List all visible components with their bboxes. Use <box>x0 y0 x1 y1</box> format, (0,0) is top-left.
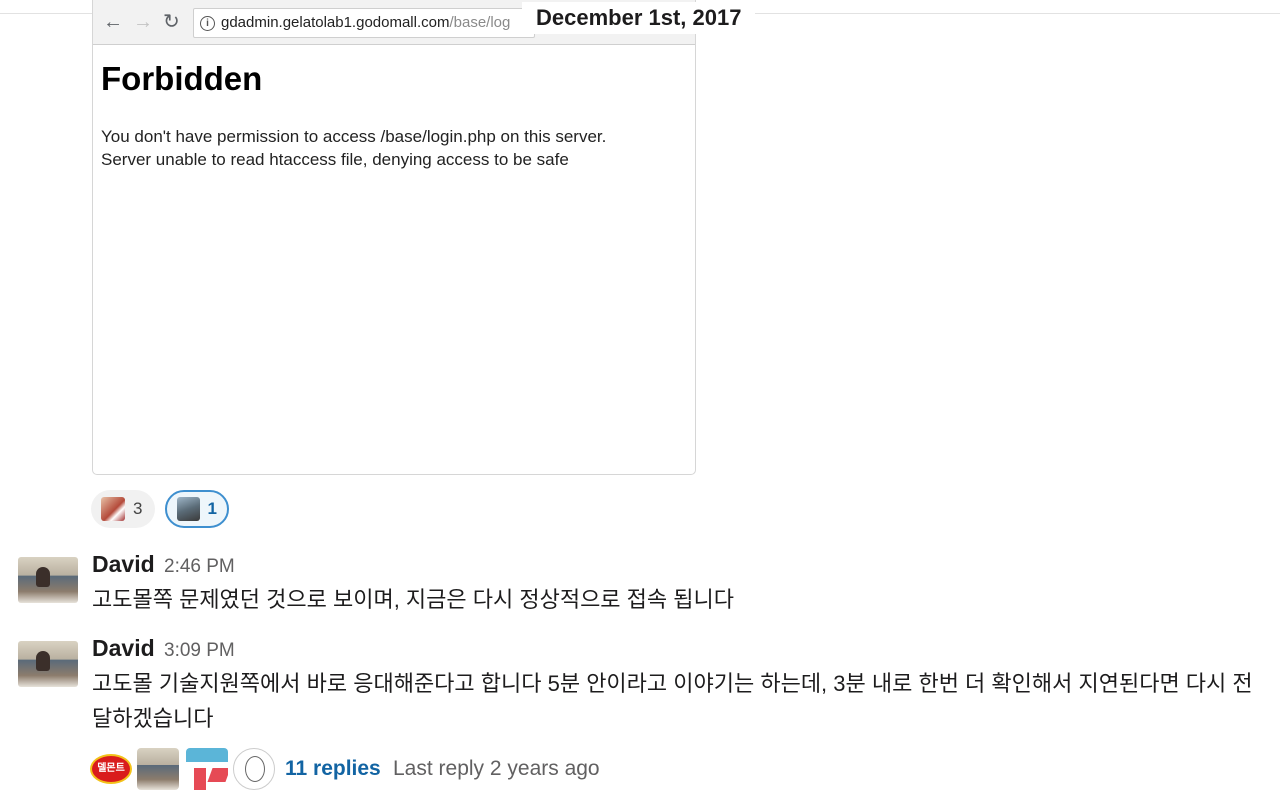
person-emoji-icon <box>177 497 200 521</box>
reaction-pill-selected[interactable]: 1 <box>165 490 229 528</box>
thread-participant-avatar <box>137 748 179 790</box>
avatar[interactable] <box>18 641 78 687</box>
delmonte-logo: 델몬트 <box>90 754 132 784</box>
message-text: 고도몰쪽 문제였던 것으로 보이며, 지금은 다시 정상적으로 접속 됩니다 <box>92 587 734 612</box>
message-text: 고도몰 기술지원쪽에서 바로 응대해준다고 합니다 5분 안이라고 이야기는 하… <box>92 671 1253 731</box>
error-message: You don't have permission to access /bas… <box>101 125 606 171</box>
reaction-pill[interactable]: 3 <box>91 490 155 528</box>
url-path: /base/log <box>449 14 511 31</box>
error-line-1: You don't have permission to access /bas… <box>101 127 607 146</box>
thread-participant-avatar <box>186 748 228 790</box>
message-timestamp[interactable]: 3:09 PM <box>164 640 235 662</box>
reaction-count: 3 <box>133 499 143 518</box>
image-attachment[interactable]: ← → ↻ i gdadmin.gelatolab1.godomall.com/b… <box>92 0 696 475</box>
message-timestamp[interactable]: 2:46 PM <box>164 556 235 578</box>
sender-name[interactable]: David <box>92 551 155 578</box>
forward-arrow-icon: → <box>133 11 153 33</box>
thread-participant-avatar: 델몬트 <box>90 748 132 790</box>
address-bar: i gdadmin.gelatolab1.godomall.com/base/lo… <box>193 8 535 38</box>
url-host: gdadmin.gelatolab1.godomall.com <box>221 14 450 31</box>
forbidden-heading: Forbidden <box>101 60 263 97</box>
thread-replies-link[interactable]: 11 replies <box>285 757 381 781</box>
reaction-count: 1 <box>207 499 217 518</box>
sender-name[interactable]: David <box>92 635 155 662</box>
back-arrow-icon: ← <box>103 11 123 33</box>
thread-participant-avatar <box>233 748 275 790</box>
error-line-2: Server unable to read htaccess file, den… <box>101 150 569 169</box>
info-icon: i <box>200 15 215 31</box>
face-emoji-icon <box>101 497 125 521</box>
avatar[interactable] <box>18 557 78 603</box>
reload-icon: ↻ <box>163 11 180 33</box>
date-divider-label[interactable]: December 1st, 2017 <box>522 2 756 34</box>
thread-last-reply: Last reply 2 years ago <box>393 757 600 780</box>
